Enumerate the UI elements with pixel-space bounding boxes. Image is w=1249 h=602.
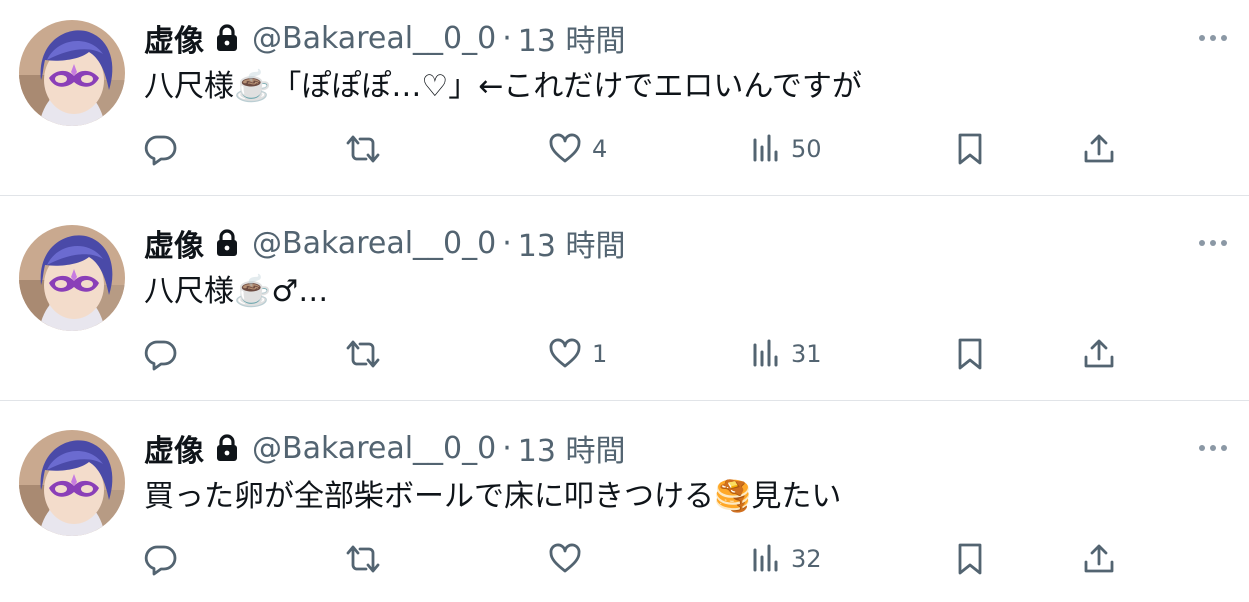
tweet-divider <box>0 400 1249 401</box>
retweet-button[interactable] <box>344 329 382 379</box>
like-count: 1 <box>592 340 608 368</box>
share-button[interactable] <box>1082 534 1116 584</box>
tweet-actions: 4 50 <box>0 124 1249 174</box>
separator-dot: · <box>502 20 512 56</box>
user-handle[interactable]: @Bakareal__0_0 <box>252 21 496 56</box>
tweet-text: 八尺様☕️♂… <box>144 274 329 309</box>
like-count: 4 <box>592 135 608 163</box>
lock-icon <box>214 228 240 258</box>
retweet-icon <box>344 542 382 576</box>
views-button[interactable]: 32 <box>751 534 822 584</box>
reply-icon <box>144 542 178 576</box>
heart-icon <box>548 337 582 371</box>
views-icon <box>751 542 781 576</box>
share-button[interactable] <box>1082 329 1116 379</box>
more-dots-icon[interactable] <box>1196 28 1230 48</box>
like-button[interactable]: 4 <box>548 124 607 174</box>
retweet-icon <box>344 337 382 371</box>
like-button[interactable] <box>548 534 592 584</box>
tweet-text: 買った卵が全部柴ボールで床に叩きつける🥞見たい <box>144 479 842 514</box>
reply-icon <box>144 132 178 166</box>
tweet-header: 虚像 @Bakareal__0_0 · 13 時間 <box>144 426 625 470</box>
retweet-button[interactable] <box>344 124 382 174</box>
bookmark-button[interactable] <box>955 534 985 584</box>
share-icon <box>1082 542 1116 576</box>
tweet-header: 虚像 @Bakareal__0_0 · 13 時間 <box>144 221 625 265</box>
reply-button[interactable] <box>144 329 178 379</box>
views-button[interactable]: 50 <box>751 124 822 174</box>
tweet[interactable]: 虚像 @Bakareal__0_0 · 13 時間 買った卵が全部柴ボールで床に… <box>0 410 1249 602</box>
reply-button[interactable] <box>144 124 178 174</box>
avatar[interactable] <box>19 225 125 331</box>
views-icon <box>751 337 781 371</box>
tweet-actions: 32 <box>0 534 1249 584</box>
heart-icon <box>548 132 582 166</box>
tweet-feed: 虚像 @Bakareal__0_0 · 13 時間 八尺様☕️「ぽぽぽ…♡」←こ… <box>0 0 1249 602</box>
separator-dot: · <box>502 225 512 261</box>
bookmark-icon <box>955 132 985 166</box>
lock-icon <box>214 23 240 53</box>
separator-dot: · <box>502 430 512 466</box>
tweet-actions: 1 31 <box>0 329 1249 379</box>
avatar[interactable] <box>19 430 125 536</box>
tweet[interactable]: 虚像 @Bakareal__0_0 · 13 時間 八尺様☕️♂… 1 31 <box>0 205 1249 409</box>
share-icon <box>1082 337 1116 371</box>
more-dots-icon[interactable] <box>1196 233 1230 253</box>
user-handle[interactable]: @Bakareal__0_0 <box>252 431 496 466</box>
timestamp[interactable]: 13 時間 <box>518 426 626 470</box>
reply-button[interactable] <box>144 534 178 584</box>
more-dots-icon[interactable] <box>1196 438 1230 458</box>
lock-icon <box>214 433 240 463</box>
retweet-icon <box>344 132 382 166</box>
view-count: 50 <box>791 135 822 163</box>
bookmark-icon <box>955 542 985 576</box>
views-button[interactable]: 31 <box>751 329 822 379</box>
bookmark-button[interactable] <box>955 329 985 379</box>
view-count: 31 <box>791 340 822 368</box>
heart-icon <box>548 542 582 576</box>
retweet-button[interactable] <box>344 534 382 584</box>
bookmark-icon <box>955 337 985 371</box>
avatar[interactable] <box>19 20 125 126</box>
tweet-text: 八尺様☕️「ぽぽぽ…♡」←これだけでエロいんですが <box>144 69 862 104</box>
tweet-divider <box>0 195 1249 196</box>
like-button[interactable]: 1 <box>548 329 607 379</box>
share-button[interactable] <box>1082 124 1116 174</box>
display-name[interactable]: 虚像 <box>144 16 204 60</box>
timestamp[interactable]: 13 時間 <box>518 221 626 265</box>
timestamp[interactable]: 13 時間 <box>518 16 626 60</box>
tweet-header: 虚像 @Bakareal__0_0 · 13 時間 <box>144 16 625 60</box>
bookmark-button[interactable] <box>955 124 985 174</box>
display-name[interactable]: 虚像 <box>144 426 204 470</box>
user-handle[interactable]: @Bakareal__0_0 <box>252 226 496 261</box>
reply-icon <box>144 337 178 371</box>
share-icon <box>1082 132 1116 166</box>
views-icon <box>751 132 781 166</box>
view-count: 32 <box>791 545 822 573</box>
display-name[interactable]: 虚像 <box>144 221 204 265</box>
tweet[interactable]: 虚像 @Bakareal__0_0 · 13 時間 八尺様☕️「ぽぽぽ…♡」←こ… <box>0 0 1249 204</box>
